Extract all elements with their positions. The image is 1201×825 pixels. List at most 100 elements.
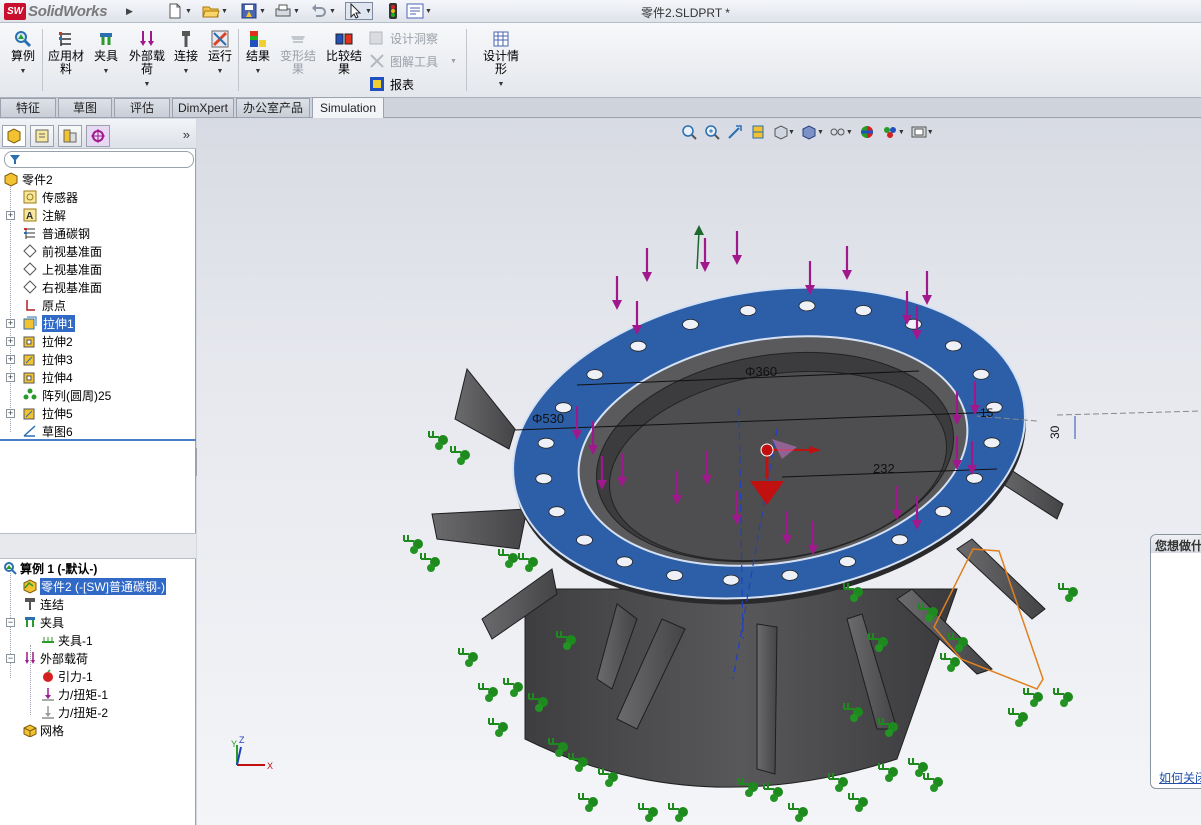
tree-item-extrude1[interactable]: + 拉伸1 <box>0 314 196 332</box>
plot-tools-button[interactable]: 图解工具 ▼ <box>368 52 457 70</box>
tree-item-annotations[interactable]: + A 注解 <box>0 206 196 224</box>
tree-item-sensors[interactable]: 传感器 <box>0 188 196 206</box>
study-label: 算例 1 (-默认-) <box>20 561 98 576</box>
tab-evaluate[interactable]: 评估 <box>114 98 170 117</box>
tree-item-extrude2[interactable]: + 拉伸2 <box>0 332 196 350</box>
tree-filter-input[interactable] <box>4 151 194 168</box>
bolt-hole <box>629 340 647 352</box>
bolt-hole <box>945 340 962 352</box>
chevron-down-icon[interactable]: ▼ <box>450 58 457 65</box>
fixture-marker-cone <box>427 564 435 572</box>
bolt-hole <box>666 570 684 581</box>
task-pane-link[interactable]: 如何关闭 <box>1159 769 1201 786</box>
chevron-down-icon[interactable]: ▼ <box>183 65 190 78</box>
chevron-down-icon[interactable]: ▼ <box>20 65 27 78</box>
deformed-result-button[interactable]: 变形结果 <box>278 29 318 76</box>
cylinder-body[interactable] <box>524 588 958 788</box>
plot-tools-label: 图解工具 <box>390 54 439 69</box>
chevron-down-icon[interactable]: ▼ <box>103 65 110 78</box>
load-arrow-head <box>922 295 932 305</box>
chevron-down-icon[interactable]: ▼ <box>217 65 224 78</box>
configuration-manager-tab[interactable] <box>58 125 82 147</box>
dim-360[interactable]: Φ360 <box>745 364 777 379</box>
tab-features[interactable]: 特征 <box>0 98 56 117</box>
study-part[interactable]: 零件2 (-[SW]普通碳钢-) <box>0 577 196 595</box>
tree-item-right-plane[interactable]: 右视基准面 <box>0 278 196 296</box>
study-fixtures[interactable]: − 夹具 <box>0 613 196 631</box>
dim-30[interactable]: 30 <box>1048 425 1062 439</box>
feature-tree-icon <box>7 128 21 144</box>
load-arrow-head <box>732 255 742 265</box>
tree-item-material[interactable]: 普通碳钢 <box>0 224 196 242</box>
expand-icon[interactable]: + <box>6 372 15 382</box>
tab-simulation[interactable]: Simulation <box>312 97 384 118</box>
dim-15[interactable]: 15 <box>980 406 994 420</box>
results-button[interactable]: 结果 ▼ <box>244 29 272 78</box>
expand-icon[interactable]: + <box>6 408 15 418</box>
expand-icon[interactable]: + <box>6 354 15 364</box>
study-connections[interactable]: 连结 <box>0 595 196 613</box>
collapse-icon[interactable]: − <box>6 653 15 663</box>
study-external-loads[interactable]: − 外部载荷 <box>0 649 196 667</box>
study-fixture-1[interactable]: 夹具-1 <box>0 631 196 649</box>
chevron-down-icon[interactable]: ▼ <box>255 65 262 78</box>
chevron-down-icon[interactable]: ▼ <box>498 78 505 91</box>
feature-manager-tab[interactable] <box>2 125 26 147</box>
extrude-icon <box>22 369 38 385</box>
tree-item-circular-pattern[interactable]: 阵列(圆周)25 <box>0 386 196 404</box>
tree-root-part[interactable]: 零件2 <box>0 170 196 188</box>
expand-icon[interactable]: + <box>6 318 15 328</box>
design-insight-button[interactable]: 设计洞察 <box>368 29 438 47</box>
external-loads-button[interactable]: 外部载荷 ▼ <box>126 29 168 91</box>
study-gravity[interactable]: 引力-1 <box>0 667 196 685</box>
compare-results-button[interactable]: 比较结果 <box>324 29 364 76</box>
fixture-marker-cone <box>850 594 858 602</box>
model-graphics[interactable]: Φ360 Φ530 232 15 30 X Y Z <box>197 119 1201 825</box>
tree-item-extrude5[interactable]: + 拉伸5 <box>0 404 196 422</box>
study-force-2[interactable]: 力/扭矩-2 <box>0 703 196 721</box>
report-icon <box>368 76 386 92</box>
run-button[interactable]: 运行 ▼ <box>206 29 234 78</box>
fixture-marker-cone <box>955 644 963 652</box>
connections-button[interactable]: 连接 ▼ <box>172 29 200 78</box>
expand-icon[interactable]: + <box>6 210 15 220</box>
chevron-down-icon[interactable]: ▼ <box>144 78 151 91</box>
property-manager-tab[interactable] <box>30 125 54 147</box>
study-mesh[interactable]: 网格 <box>0 721 196 739</box>
fixture-marker-cone <box>745 789 753 797</box>
tab-dimxpert[interactable]: DimXpert <box>172 98 234 117</box>
tree-item-sketch6[interactable]: 草图6 <box>0 422 196 440</box>
task-pane[interactable]: 您想做什么 如何关闭 <box>1150 534 1201 789</box>
tree-item-origin[interactable]: 原点 <box>0 296 196 314</box>
more-tabs-icon[interactable]: » <box>183 127 190 142</box>
dim-530[interactable]: Φ530 <box>532 411 564 426</box>
extrude-icon <box>22 315 38 331</box>
design-scenario-button[interactable]: 设计情形 ▼ <box>480 29 522 91</box>
dim-232[interactable]: 232 <box>873 461 895 476</box>
tree-item-extrude4[interactable]: + 拉伸4 <box>0 368 196 386</box>
collapse-icon[interactable]: − <box>6 617 15 627</box>
extrude-icon <box>22 333 38 349</box>
tree-item-front-plane[interactable]: 前视基准面 <box>0 242 196 260</box>
panel-splitter[interactable] <box>0 439 196 441</box>
dimxpert-manager-tab[interactable] <box>86 125 110 147</box>
tree-item-label: 阵列(圆周)25 <box>42 388 112 403</box>
study-force-1[interactable]: 力/扭矩-1 <box>0 685 196 703</box>
report-button[interactable]: 报表 <box>368 75 414 93</box>
fixture-marker-cone <box>465 659 473 667</box>
load-arrow-head <box>842 270 852 280</box>
tree-item-label: 右视基准面 <box>42 280 103 295</box>
fixture-marker-arrows <box>1023 688 1034 695</box>
tree-item-extrude3[interactable]: + 拉伸3 <box>0 350 196 368</box>
graphics-viewport[interactable]: ▼ ▼ ▼ ▼ ▼ Φ360 Φ530 232 15 30 X Y Z <box>197 119 1201 825</box>
apply-material-button[interactable]: 应用材料 <box>46 29 86 76</box>
study-button[interactable]: 算例 ▼ <box>6 29 40 78</box>
tree-item-top-plane[interactable]: 上视基准面 <box>0 260 196 278</box>
tree-item-label: 传感器 <box>42 190 79 205</box>
expand-icon[interactable]: + <box>6 336 15 346</box>
tab-office-products[interactable]: 办公室产品 <box>236 98 310 117</box>
study-root[interactable]: 算例 1 (-默认-) <box>0 559 196 577</box>
tab-sketch[interactable]: 草图 <box>58 98 112 117</box>
fixtures-button[interactable]: 夹具 ▼ <box>92 29 120 78</box>
mesh-icon <box>22 722 38 738</box>
